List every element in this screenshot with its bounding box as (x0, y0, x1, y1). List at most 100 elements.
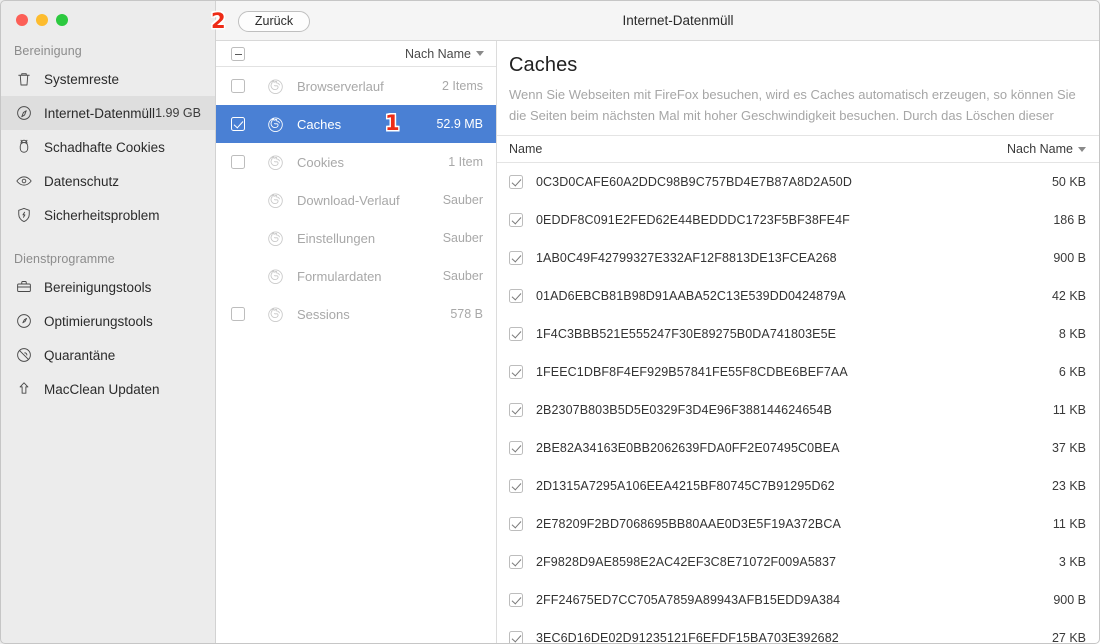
firefox-icon (264, 75, 286, 97)
file-name: 3EC6D16DE02D91235121F6EFDF15BA703E392682 (536, 631, 839, 644)
file-checkbox[interactable] (509, 479, 523, 493)
file-row[interactable]: 2B2307B803B5D5E0329F3D4E96F388144624654B… (497, 391, 1100, 429)
category-row[interactable]: Einstellungen Sauber (216, 219, 496, 257)
sidebar-item-internet-datenm-ll[interactable]: Internet-Datenmüll 1.99 GB (0, 96, 215, 130)
category-label: Cookies (297, 154, 344, 170)
category-checkbox[interactable] (231, 117, 245, 131)
file-name: 1F4C3BBB521E555247F30E89275B0DA741803E5E (536, 327, 837, 341)
sidebar-item-label: MacClean Updaten (44, 381, 160, 397)
sidebar-item-label: Systemreste (44, 71, 120, 87)
category-row[interactable]: Browserverlauf 2 Items (216, 67, 496, 105)
sidebar-item-size: 1.99 GB (155, 106, 201, 120)
category-checkbox[interactable] (231, 155, 245, 169)
chevron-down-icon (1078, 146, 1086, 152)
category-row[interactable]: Sessions 578 B (216, 295, 496, 333)
category-row[interactable]: Caches 52.9 MB (216, 105, 496, 143)
file-row[interactable]: 1F4C3BBB521E555247F30E89275B0DA741803E5E… (497, 315, 1100, 353)
category-checkbox[interactable] (231, 307, 245, 321)
file-row[interactable]: 01AD6EBCB81B98D91AABA52C13E539DD0424879A… (497, 277, 1100, 315)
file-checkbox[interactable] (509, 593, 523, 607)
sidebar-item-macclean-updaten[interactable]: MacClean Updaten (0, 372, 215, 406)
category-row[interactable]: Download-Verlauf Sauber (216, 181, 496, 219)
file-row[interactable]: 0C3D0CAFE60A2DDC98B9C757BD4E7B87A8D2A50D… (497, 163, 1100, 201)
firefox-icon (264, 151, 286, 173)
sidebar-item-label: Schadhafte Cookies (44, 139, 165, 155)
select-all-checkbox[interactable] (231, 46, 245, 61)
file-size: 900 B (1053, 251, 1086, 265)
back-button[interactable]: Zurück (238, 11, 310, 32)
file-row[interactable]: 2BE82A34163E0BB2062639FDA0FF2E07495C0BEA… (497, 429, 1100, 467)
category-label: Formulardaten (297, 268, 382, 284)
file-name: 2D1315A7295A106EEA4215BF80745C7B91295D62 (536, 479, 835, 493)
file-sort-label: Nach Name (1007, 142, 1073, 156)
category-label: Browserverlauf (297, 78, 384, 94)
sidebar-item-bereinigungstools[interactable]: Bereinigungstools (0, 270, 215, 304)
sidebar-item-label: Sicherheitsproblem (44, 207, 160, 223)
sidebar-item-label: Quarantäne (44, 347, 116, 363)
macclean-window: Bereinigung Systemreste Internet-Datenmüll… (0, 0, 1100, 644)
file-checkbox[interactable] (509, 175, 523, 189)
sidebar-item-datenschutz[interactable]: Datenschutz (0, 164, 215, 198)
file-size: 900 B (1053, 593, 1086, 607)
sidebar-item-quarant-ne[interactable]: Quarantäne (0, 338, 215, 372)
sidebar-item-systemreste[interactable]: Systemreste (0, 62, 215, 96)
file-name: 2BE82A34163E0BB2062639FDA0FF2E07495C0BEA (536, 441, 840, 455)
category-value: Sauber (442, 269, 483, 283)
eye-icon (13, 170, 35, 192)
category-label: Download-Verlauf (297, 192, 400, 208)
file-row[interactable]: 1AB0C49F42799327E332AF12F8813DE13FCEA268… (497, 239, 1100, 277)
category-sort-control[interactable]: Nach Name (405, 47, 484, 61)
window-title: Internet-Datenmüll (622, 12, 734, 28)
zoom-window-button[interactable] (56, 14, 68, 26)
file-row[interactable]: 2F9828D9AE8598E2AC42EF3C8E71072F009A5837… (497, 543, 1100, 581)
file-checkbox[interactable] (509, 251, 523, 265)
file-sort-control[interactable]: Nach Name (1007, 142, 1086, 156)
sidebar-item-schadhafte-cookies[interactable]: Schadhafte Cookies (0, 130, 215, 164)
sidebar-item-label: Optimierungstools (44, 313, 153, 329)
file-row[interactable]: 2FF24675ED7CC705A7859A89943AFB15EDD9A384… (497, 581, 1100, 619)
category-list[interactable]: Browserverlauf 2 Items Caches 52.9 MB Cookie… (216, 67, 496, 644)
toolbox-icon (13, 276, 35, 298)
category-value: Sauber (442, 231, 483, 245)
traffic-lights (16, 14, 68, 26)
title-bar: Zurück Internet-Datenmüll (216, 0, 1100, 41)
sidebar-group-title: Bereinigung (14, 44, 82, 58)
file-row[interactable]: 1FEEC1DBF8F4EF929B57841FE55F8CDBE6BEF7AA… (497, 353, 1100, 391)
sidebar-item-label: Datenschutz (44, 173, 120, 189)
compass-icon (13, 102, 35, 124)
category-row[interactable]: Formulardaten Sauber (216, 257, 496, 295)
chevron-down-icon (476, 51, 484, 56)
category-label: Einstellungen (297, 230, 376, 246)
firefox-icon (264, 303, 286, 325)
file-row[interactable]: 0EDDF8C091E2FED62E44BEDDDC1723F5BF38FE4F… (497, 201, 1100, 239)
category-checkbox[interactable] (231, 79, 245, 93)
no-entry-icon (13, 344, 35, 366)
detail-panel: Caches Wenn Sie Webseiten mit FireFox be… (497, 41, 1100, 644)
file-size: 11 KB (1052, 403, 1086, 417)
file-name: 0C3D0CAFE60A2DDC98B9C757BD4E7B87A8D2A50D (536, 175, 852, 189)
file-row[interactable]: 3EC6D16DE02D91235121F6EFDF15BA703E392682… (497, 619, 1100, 644)
file-row[interactable]: 2D1315A7295A106EEA4215BF80745C7B91295D62… (497, 467, 1100, 505)
firefox-icon (264, 265, 286, 287)
file-checkbox[interactable] (509, 517, 523, 531)
file-list[interactable]: 0C3D0CAFE60A2DDC98B9C757BD4E7B87A8D2A50D… (497, 163, 1100, 644)
file-row[interactable]: 2E78209F2BD7068695BB80AAE0D3E5F19A372BCA… (497, 505, 1100, 543)
sidebar-item-sicherheitsproblem[interactable]: Sicherheitsproblem (0, 198, 215, 232)
file-checkbox[interactable] (509, 403, 523, 417)
file-checkbox[interactable] (509, 365, 523, 379)
category-label: Sessions (297, 306, 350, 322)
firefox-icon (264, 113, 286, 135)
sidebar-item-optimierungstools[interactable]: Optimierungstools (0, 304, 215, 338)
file-checkbox[interactable] (509, 327, 523, 341)
file-checkbox[interactable] (509, 631, 523, 644)
category-value: 1 Item (448, 155, 483, 169)
category-value: 52.9 MB (436, 117, 483, 131)
minimize-window-button[interactable] (36, 14, 48, 26)
file-size: 23 KB (1051, 479, 1086, 493)
file-checkbox[interactable] (509, 213, 523, 227)
file-checkbox[interactable] (509, 555, 523, 569)
file-checkbox[interactable] (509, 441, 523, 455)
close-window-button[interactable] (16, 14, 28, 26)
category-row[interactable]: Cookies 1 Item (216, 143, 496, 181)
file-checkbox[interactable] (509, 289, 523, 303)
